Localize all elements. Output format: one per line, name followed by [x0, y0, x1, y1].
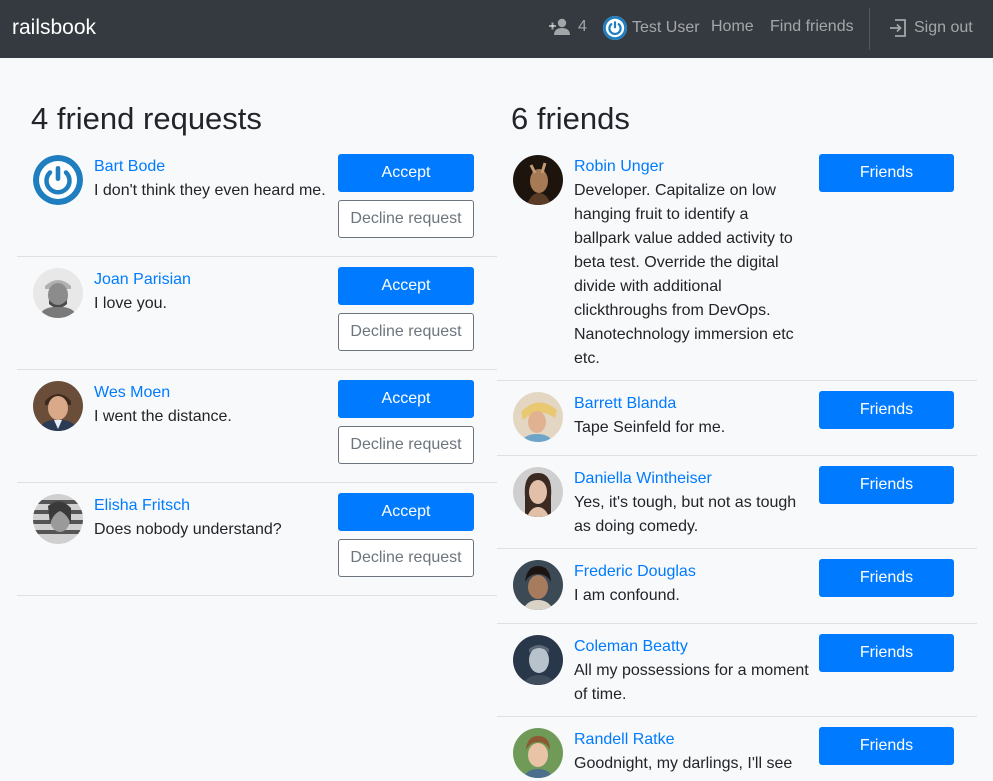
friend-requests-link[interactable]: 4 — [549, 18, 587, 36]
avatar — [513, 392, 563, 442]
friend-name[interactable]: Robin Unger — [574, 158, 664, 176]
friend-item: Barrett Blanda Tape Seinfeld for me. Fri… — [497, 381, 977, 456]
nav-divider — [869, 8, 870, 50]
friend-item: Daniella Wintheiser Yes, it's tough, but… — [497, 456, 977, 549]
accept-button[interactable]: Accept — [338, 154, 474, 192]
request-item: Bart Bode I don't think they even heard … — [17, 144, 497, 257]
avatar — [513, 155, 563, 205]
friend-message: All my possessions for a moment of time. — [574, 662, 809, 703]
avatar — [33, 381, 83, 431]
accept-button[interactable]: Accept — [338, 493, 474, 531]
find-friends-link[interactable]: Find friends — [770, 18, 854, 36]
friends-heading: 6 friends — [511, 101, 630, 136]
friend-item: Coleman Beatty All my possessions for a … — [497, 624, 977, 717]
accept-button[interactable]: Accept — [338, 267, 474, 305]
friends-button[interactable]: Friends — [819, 391, 954, 429]
home-link[interactable]: Home — [711, 18, 754, 36]
friend-name[interactable]: Daniella Wintheiser — [574, 470, 712, 488]
friend-item: Robin Unger Developer. Capitalize on low… — [497, 144, 977, 381]
accept-button[interactable]: Accept — [338, 380, 474, 418]
request-item: Joan Parisian I love you. Accept Decline… — [17, 257, 497, 370]
requester-message: I don't think they even heard me. — [94, 182, 326, 199]
sign-out-link[interactable]: Sign out — [888, 18, 973, 38]
avatar — [513, 635, 563, 685]
friend-name[interactable]: Randell Ratke — [574, 731, 675, 749]
add-user-icon — [549, 18, 570, 35]
friends-button[interactable]: Friends — [819, 154, 954, 192]
requester-name[interactable]: Wes Moen — [94, 384, 170, 402]
friend-message: Tape Seinfeld for me. — [574, 419, 726, 436]
decline-request-button[interactable]: Decline request — [338, 539, 474, 577]
request-item: Wes Moen I went the distance. Accept Dec… — [17, 370, 497, 483]
requester-name[interactable]: Bart Bode — [94, 158, 165, 176]
decline-request-button[interactable]: Decline request — [338, 426, 474, 464]
request-item: Elisha Fritsch Does nobody understand? A… — [17, 483, 497, 596]
friends-button[interactable]: Friends — [819, 466, 954, 504]
avatar — [33, 268, 83, 318]
request-count: 4 — [578, 18, 587, 35]
friends-button[interactable]: Friends — [819, 559, 954, 597]
avatar — [513, 467, 563, 517]
user-name: Test User — [632, 19, 700, 36]
friend-message: Goodnight, my darlings, I'll see — [574, 755, 793, 772]
avatar — [33, 494, 83, 544]
decline-request-button[interactable]: Decline request — [338, 200, 474, 238]
user-menu[interactable]: Test User — [603, 16, 700, 40]
requester-message: I went the distance. — [94, 408, 232, 425]
requester-name[interactable]: Joan Parisian — [94, 271, 191, 289]
friend-name[interactable]: Frederic Douglas — [574, 563, 696, 581]
power-icon — [603, 16, 627, 40]
brand-logo[interactable]: railsbook — [12, 16, 96, 40]
avatar — [513, 560, 563, 610]
friend-item: Randell Ratke Goodnight, my darlings, I'… — [497, 717, 977, 781]
requester-name[interactable]: Elisha Fritsch — [94, 497, 190, 515]
avatar — [33, 155, 83, 205]
navbar: railsbook 4 Test User Home Find friends … — [0, 0, 993, 58]
friend-message: I am confound. — [574, 587, 680, 604]
avatar — [513, 728, 563, 778]
requests-heading: 4 friend requests — [31, 101, 262, 136]
friend-name[interactable]: Coleman Beatty — [574, 638, 688, 656]
friends-button[interactable]: Friends — [819, 727, 954, 765]
sign-out-label: Sign out — [914, 19, 973, 36]
friend-name[interactable]: Barrett Blanda — [574, 395, 676, 413]
sign-out-icon — [890, 19, 906, 37]
row-divider — [17, 595, 497, 596]
friend-message: Developer. Capitalize on low hanging fru… — [574, 182, 794, 367]
requester-message: I love you. — [94, 295, 167, 312]
decline-request-button[interactable]: Decline request — [338, 313, 474, 351]
friends-button[interactable]: Friends — [819, 634, 954, 672]
requester-message: Does nobody understand? — [94, 521, 282, 538]
friend-item: Frederic Douglas I am confound. Friends — [497, 549, 977, 624]
friend-message: Yes, it's tough, but not as tough as doi… — [574, 494, 797, 535]
